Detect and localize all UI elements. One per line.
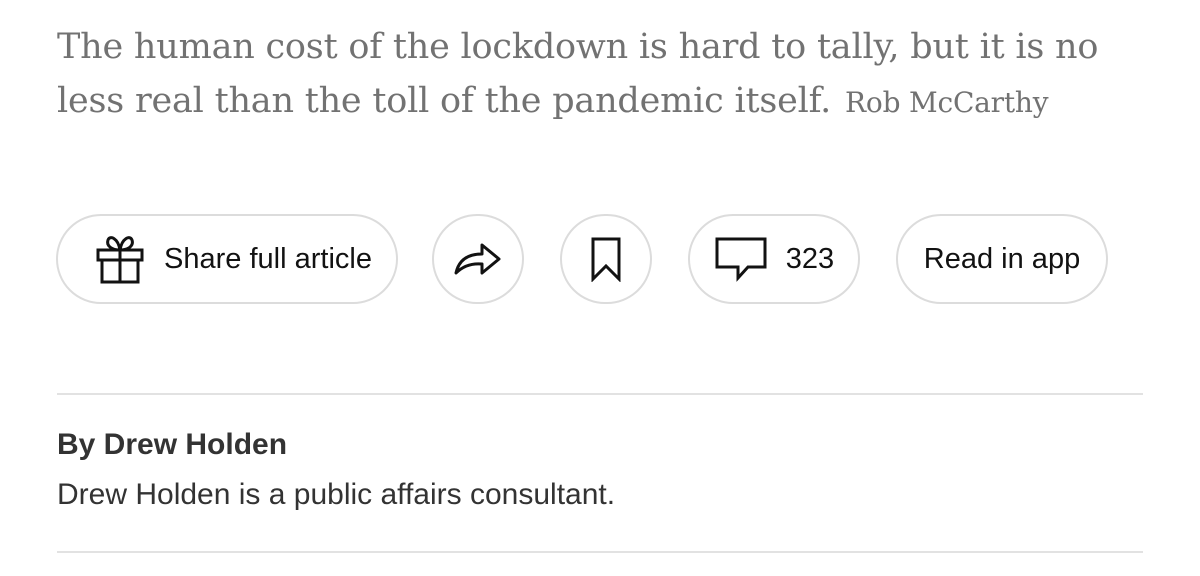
section-divider-bottom — [57, 551, 1143, 553]
bookmark-icon — [590, 236, 622, 282]
share-full-article-button[interactable]: Share full article — [56, 214, 398, 304]
photo-credit: Rob McCarthy — [845, 86, 1049, 119]
comments-button[interactable]: 323 — [688, 214, 860, 304]
share-button[interactable] — [432, 214, 524, 304]
read-in-app-label: Read in app — [923, 242, 1081, 275]
comment-bubble-icon — [714, 236, 768, 282]
image-caption: The human cost of the lockdown is hard t… — [57, 20, 1157, 130]
read-in-app-button[interactable]: Read in app — [896, 214, 1108, 304]
comments-count: 323 — [785, 242, 835, 275]
author-bio: Drew Holden is a public affairs consulta… — [57, 478, 616, 511]
gift-icon — [94, 234, 146, 284]
share-arrow-icon — [453, 239, 503, 279]
article-toolbar: Share full article 323 Read in app — [56, 214, 1156, 308]
section-divider — [57, 393, 1143, 395]
save-bookmark-button[interactable] — [560, 214, 652, 304]
share-full-article-label: Share full article — [164, 242, 372, 275]
author-byline: By Drew Holden — [57, 428, 288, 461]
